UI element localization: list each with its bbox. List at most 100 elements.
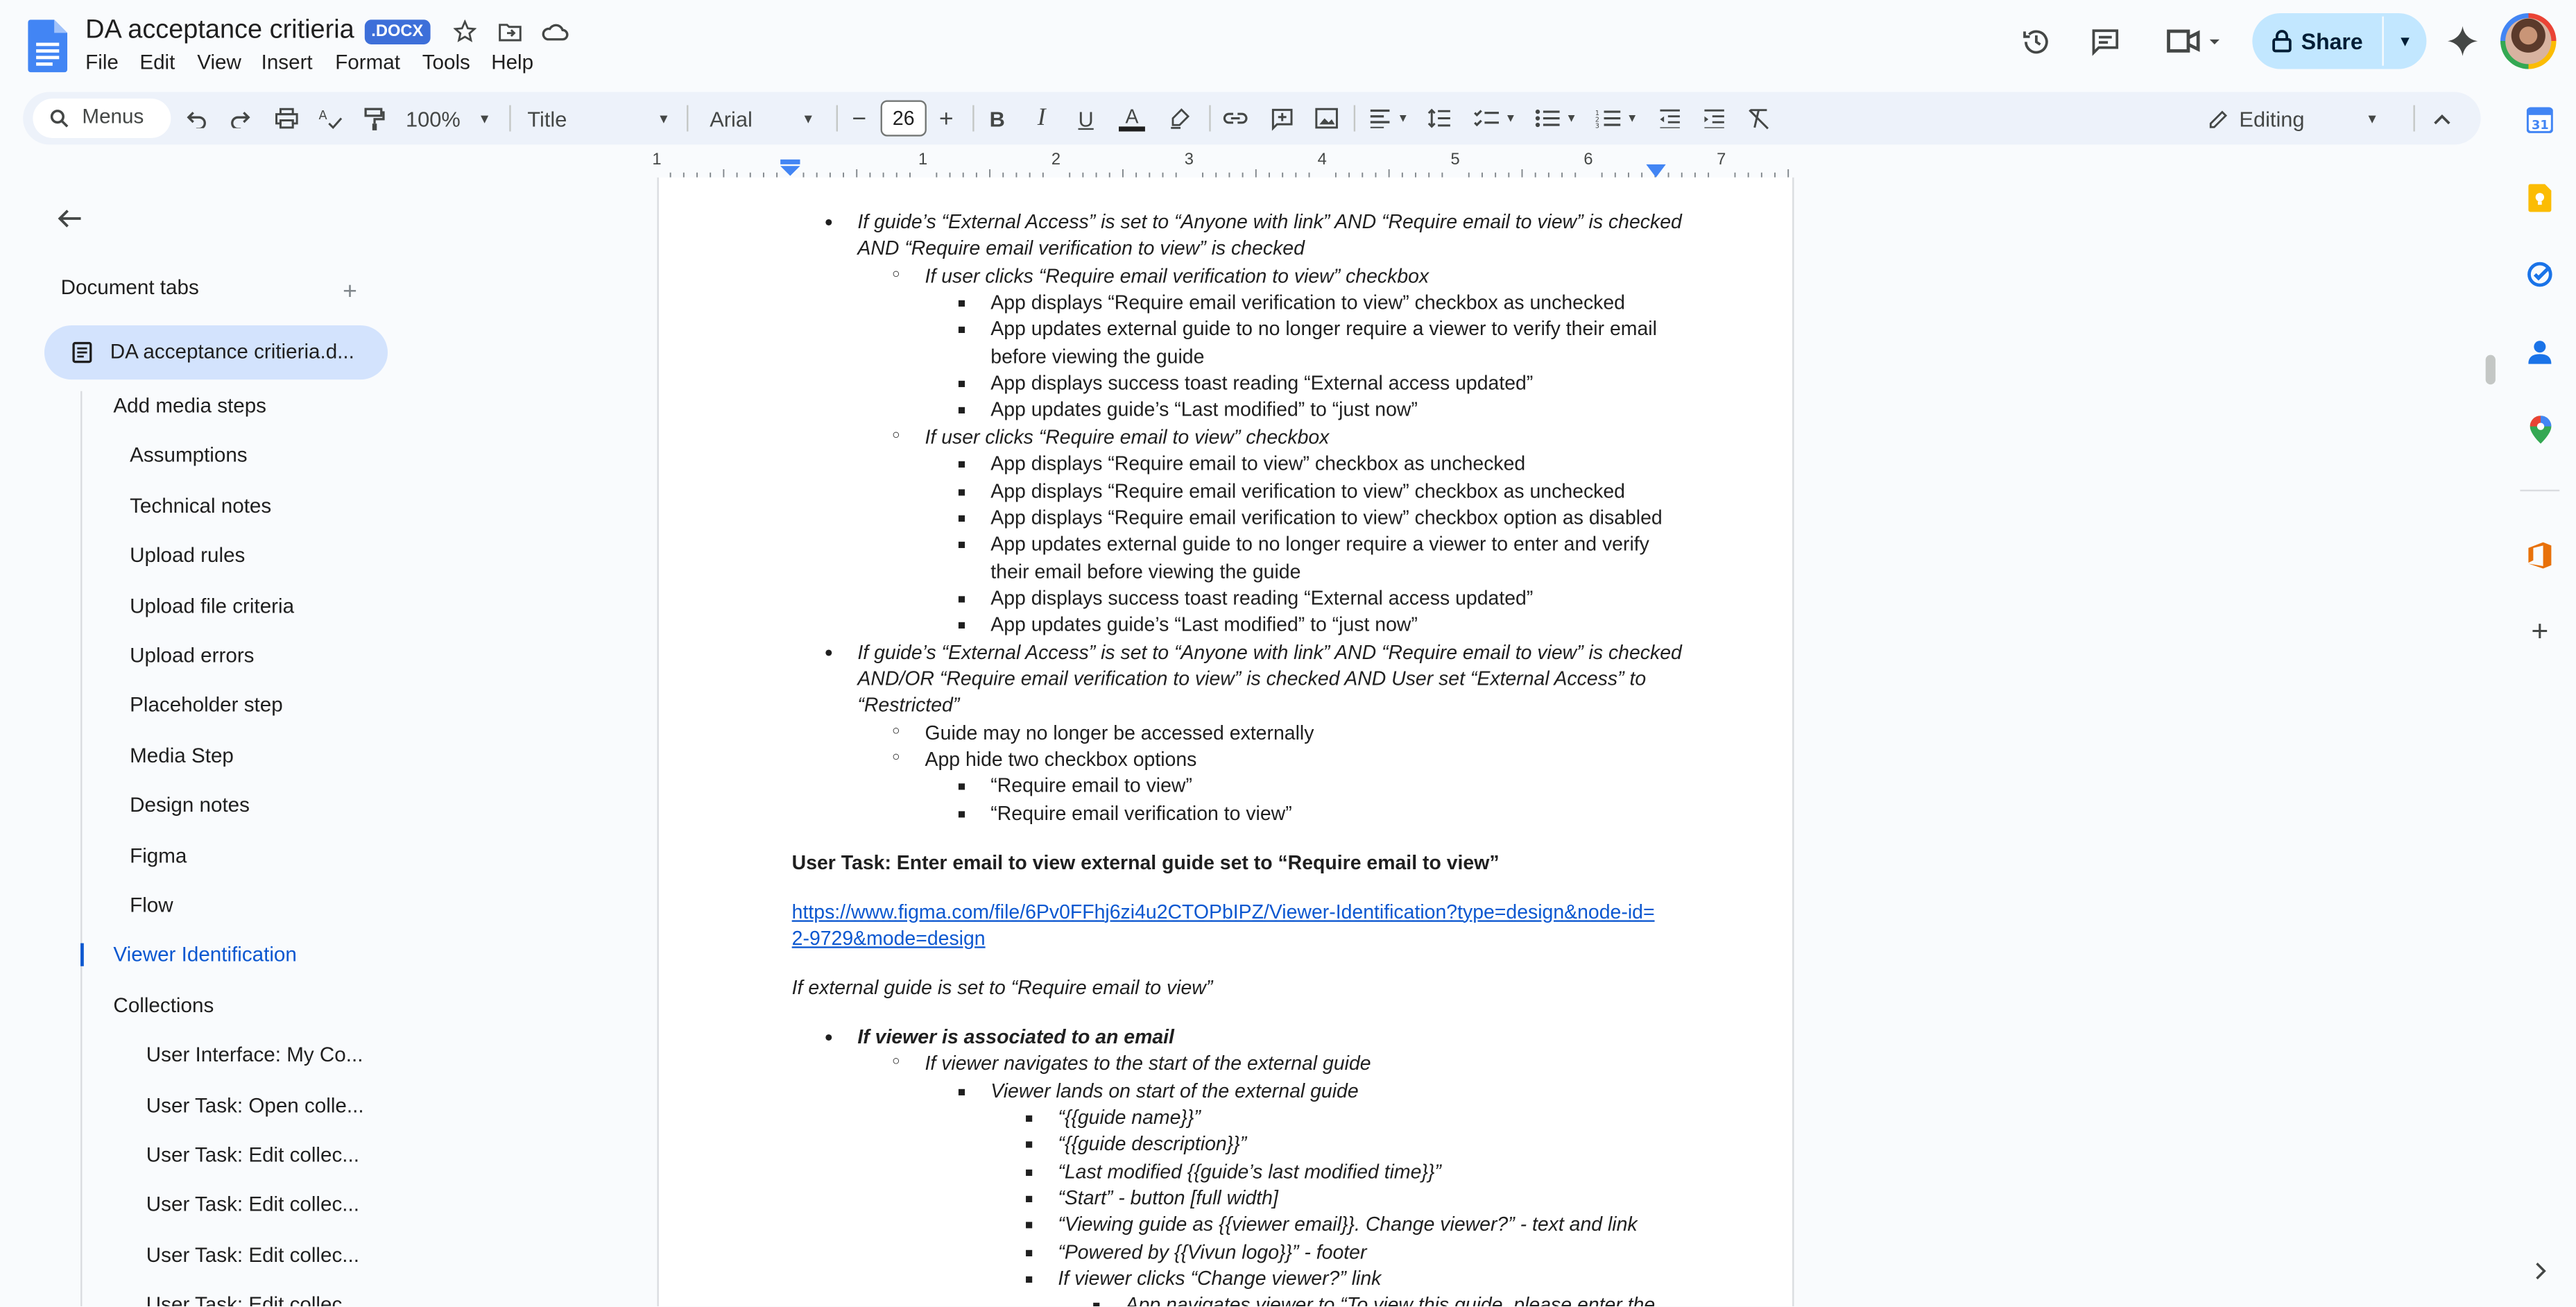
get-addons-icon[interactable]: + — [2525, 614, 2555, 647]
print-icon[interactable] — [269, 102, 302, 135]
svg-text:31: 31 — [2532, 119, 2549, 133]
outline-item[interactable]: Design notes — [130, 794, 250, 817]
outline-item[interactable]: User Task: Edit collec... — [146, 1194, 359, 1217]
document-line: AND/OR “Require email verification to vi… — [857, 667, 1647, 690]
meet-icon[interactable] — [2162, 23, 2224, 59]
menu-insert[interactable]: Insert — [261, 51, 313, 74]
text-color-icon[interactable]: A — [1117, 102, 1147, 135]
bulleted-list-icon[interactable]: ▼ — [1529, 102, 1582, 135]
comments-icon[interactable] — [2086, 23, 2122, 59]
decrease-indent-icon[interactable] — [1653, 102, 1685, 135]
document-line: App displays “Require email to view” che… — [990, 452, 1526, 475]
menu-tools[interactable]: Tools — [422, 51, 470, 74]
outline-item[interactable]: Technical notes — [130, 494, 271, 517]
highlight-icon[interactable] — [1165, 102, 1194, 135]
increase-font-size-icon[interactable]: + — [935, 102, 958, 135]
outline-item[interactable]: User Task: Edit collec... — [146, 1244, 359, 1267]
calendar-icon[interactable]: 31 — [2525, 105, 2555, 135]
chevron-right-icon[interactable] — [2525, 1256, 2555, 1285]
star-icon[interactable] — [450, 18, 480, 44]
back-arrow-icon[interactable] — [53, 202, 85, 234]
outline-item[interactable]: Assumptions — [130, 444, 248, 467]
bold-icon[interactable]: B — [984, 102, 1011, 135]
outline-item[interactable]: Flow — [130, 894, 173, 917]
italic-icon[interactable]: I — [1029, 102, 1055, 135]
office-addon-icon[interactable] — [2525, 540, 2555, 570]
outline-item[interactable]: Media Step — [130, 744, 234, 767]
checklist-icon[interactable]: ▼ — [1469, 102, 1522, 135]
share-button[interactable]: Share — [2252, 13, 2382, 69]
left-indent-marker-icon[interactable] — [780, 159, 800, 176]
decrease-font-size-icon[interactable]: − — [848, 102, 870, 135]
document-line: App displays “Require email verification… — [990, 479, 1625, 502]
list-bullet: ○ — [892, 749, 900, 764]
document-page[interactable]: • If guide’s “External Access” is set to … — [657, 177, 1794, 1306]
outline-item[interactable]: User Task: Open colle... — [146, 1094, 364, 1117]
docs-logo-icon[interactable] — [28, 19, 68, 73]
ruler[interactable]: 1 1 2 3 4 5 6 7 — [652, 151, 1790, 178]
docx-badge: .DOCX — [364, 19, 430, 44]
menu-help[interactable]: Help — [491, 51, 533, 74]
zoom-select[interactable]: 100% ▼ — [406, 102, 498, 135]
clear-formatting-icon[interactable] — [1742, 102, 1774, 135]
redo-icon[interactable] — [223, 102, 256, 135]
menu-format[interactable]: Format — [335, 51, 400, 74]
document-link[interactable]: https://www.figma.com/file/6Pv0FFhj6zi4u… — [792, 900, 1655, 923]
outline-item[interactable]: Upload errors — [130, 644, 254, 667]
version-history-icon[interactable] — [2018, 23, 2054, 59]
document-line: “{{guide description}}” — [1058, 1132, 1247, 1156]
toolbar-divider — [836, 105, 838, 132]
add-tab-icon[interactable]: + — [338, 277, 361, 305]
editing-mode-select[interactable]: Editing ▼ — [2208, 102, 2379, 135]
list-bullet: ■ — [1025, 1164, 1033, 1179]
numbered-list-icon[interactable]: 123 ▼ — [1590, 102, 1643, 135]
outline-item[interactable]: User Interface: My Co... — [146, 1044, 363, 1067]
paint-format-icon[interactable] — [358, 102, 390, 135]
document-line: App updates guide’s “Last modified” to “… — [990, 398, 1418, 422]
menu-view[interactable]: View — [197, 51, 241, 74]
align-icon[interactable]: ▼ — [1362, 102, 1415, 135]
link-icon[interactable] — [1219, 102, 1252, 135]
outline-item[interactable]: Figma — [130, 844, 187, 866]
style-select[interactable]: Title ▼ — [527, 102, 675, 135]
document-link[interactable]: 2-9729&mode=design — [792, 927, 986, 950]
undo-icon[interactable] — [181, 102, 214, 135]
keep-icon[interactable] — [2525, 182, 2555, 212]
insert-image-icon[interactable] — [1310, 102, 1342, 135]
move-folder-icon[interactable] — [495, 18, 524, 44]
avatar[interactable] — [2500, 12, 2557, 69]
list-bullet: ■ — [957, 456, 966, 472]
spellcheck-icon[interactable]: A — [314, 102, 346, 135]
outline-item[interactable]: Placeholder step — [130, 694, 283, 717]
menu-file[interactable]: File — [85, 51, 119, 74]
outline-item[interactable]: Upload file criteria — [130, 594, 294, 617]
font-select[interactable]: Arial ▼ — [710, 102, 825, 135]
menu-edit[interactable]: Edit — [139, 51, 175, 74]
underline-icon[interactable]: U — [1073, 102, 1099, 135]
increase-indent-icon[interactable] — [1697, 102, 1730, 135]
outline-item[interactable]: Collections — [113, 994, 214, 1017]
outline-item[interactable]: User Task: Edit collec... — [146, 1294, 359, 1307]
list-bullet: ■ — [957, 1084, 966, 1099]
share-dropdown-button[interactable]: ▼ — [2384, 13, 2427, 69]
add-comment-icon[interactable] — [1265, 102, 1298, 135]
outline-item[interactable]: Add media steps — [113, 394, 266, 417]
outline-item[interactable]: Viewer Identification — [113, 944, 296, 967]
contacts-icon[interactable] — [2525, 337, 2555, 367]
hide-menus-icon[interactable] — [2430, 102, 2453, 135]
outline-item[interactable]: User Task: Edit collec... — [146, 1144, 359, 1167]
document-title[interactable]: DA acceptance critieria — [85, 17, 354, 46]
scrollbar-thumb[interactable] — [2485, 354, 2496, 385]
gemini-icon[interactable] — [2444, 23, 2480, 59]
font-size-input[interactable]: 26 — [880, 100, 927, 137]
maps-icon[interactable] — [2525, 414, 2555, 444]
tasks-icon[interactable] — [2525, 259, 2555, 289]
cloud-status-icon[interactable] — [538, 18, 570, 44]
line-spacing-icon[interactable] — [1423, 102, 1455, 135]
outline-item[interactable]: Upload rules — [130, 544, 245, 567]
outline-active-indicator — [80, 943, 84, 966]
document-tab-active[interactable]: DA acceptance critieria.d... — [44, 325, 388, 380]
ruler-number: 5 — [1450, 151, 1460, 169]
right-indent-marker-icon[interactable] — [1646, 164, 1666, 178]
menus-search[interactable]: Menus — [33, 99, 171, 138]
